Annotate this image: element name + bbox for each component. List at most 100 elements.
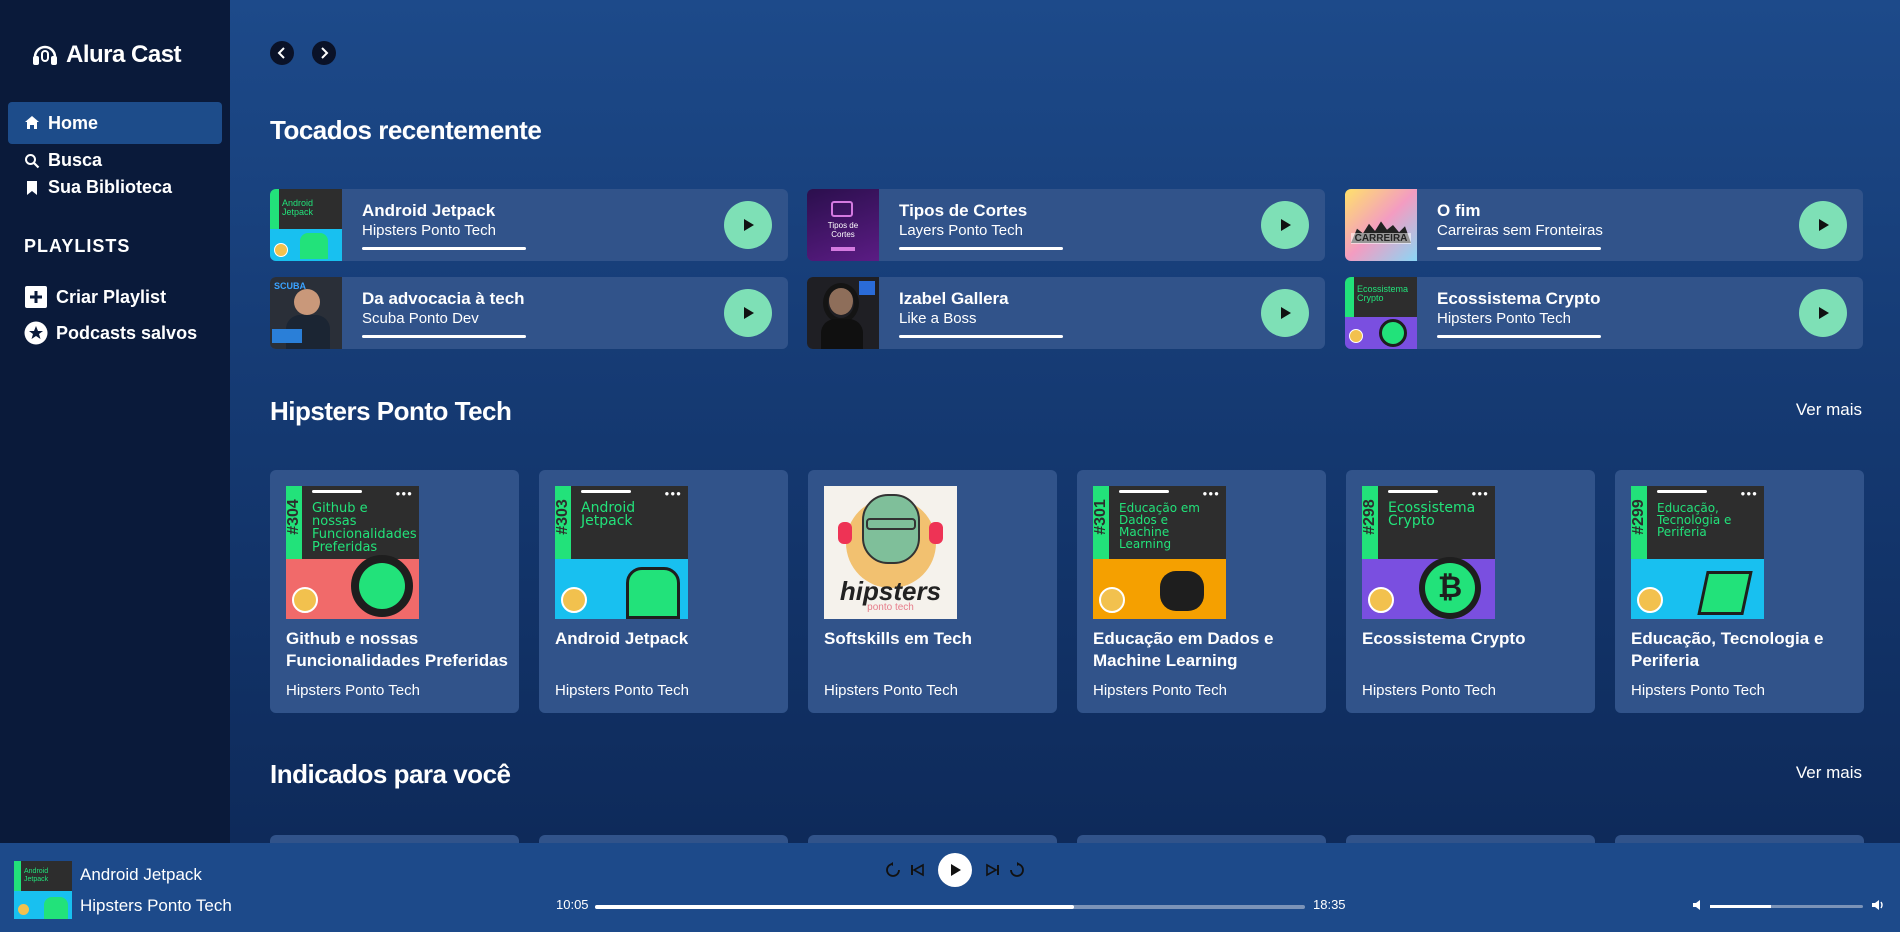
headphones-icon <box>33 45 57 65</box>
episode-number: #304 <box>286 499 302 535</box>
rewind-icon <box>886 862 900 877</box>
cover-text: Android Jetpack <box>581 500 636 529</box>
episode-title: Github e nossas Funcionalidades Preferid… <box>286 629 509 670</box>
create-playlist-button[interactable]: Criar Playlist <box>24 285 166 309</box>
playlists-heading: PLAYLISTS <box>24 236 131 256</box>
forward-skip-button[interactable] <box>1008 861 1026 879</box>
hipsters-heading: Hipsters Ponto Tech <box>270 396 512 426</box>
episode-number: #301 <box>1093 499 1109 535</box>
episode-cover: #304 ●●● Github e nossas Funcionalidades… <box>286 486 419 619</box>
back-button[interactable] <box>270 41 294 65</box>
rewind-button[interactable] <box>884 861 902 879</box>
progress-fill <box>595 905 1075 909</box>
play-button[interactable] <box>1799 289 1847 337</box>
cover-text: Github e nossas Funcionalidades Preferid… <box>312 501 417 555</box>
recent-card[interactable]: Izabel Gallera Like a Boss <box>807 277 1325 349</box>
logo[interactable]: Alura Cast <box>30 40 182 70</box>
star-icon <box>24 321 48 345</box>
episode-card[interactable] <box>539 835 788 843</box>
hipsters-ver-mais-link[interactable]: Ver mais <box>1796 400 1862 420</box>
recent-progress <box>1437 334 1601 338</box>
chevron-left-icon <box>277 47 285 59</box>
playback-controls <box>884 853 1026 887</box>
episode-card[interactable]: #299 ●●● Educação, Tecnologia e Periferi… <box>1615 470 1864 713</box>
bitcoin-icon: ₿ <box>1419 557 1481 619</box>
saved-podcasts-button[interactable]: Podcasts salvos <box>24 321 197 345</box>
github-icon <box>351 555 413 617</box>
episode-card[interactable]: hipsters ponto tech Softskills em Tech H… <box>808 470 1057 713</box>
episode-cover: hipsters ponto tech <box>824 486 957 619</box>
episode-card[interactable] <box>808 835 1057 843</box>
recent-card[interactable]: SCUBA Da advocacia à tech Scuba Ponto De… <box>270 277 788 349</box>
forward-button[interactable] <box>312 41 336 65</box>
episode-podcast: Hipsters Ponto Tech <box>1362 682 1496 699</box>
recent-subtitle: Layers Ponto Tech <box>899 221 1023 239</box>
recent-title: Ecossistema Crypto <box>1437 288 1601 308</box>
play-button[interactable] <box>1799 201 1847 249</box>
progress-slider[interactable] <box>595 905 1305 909</box>
badge-icon <box>1368 587 1394 613</box>
cover-text: Educação, Tecnologia e Periferia <box>1657 501 1732 539</box>
fast-forward-icon <box>1010 862 1024 877</box>
play-icon <box>951 864 961 876</box>
episode-card[interactable] <box>270 835 519 843</box>
cover-text: Ecossistema Crypto <box>1388 500 1476 529</box>
recent-card[interactable]: Ecossistema Crypto Ecossistema Crypto Hip… <box>1345 277 1863 349</box>
recent-thumb <box>807 277 879 349</box>
nav-busca[interactable]: Busca <box>24 150 102 171</box>
now-playing-title: Android Jetpack <box>80 865 202 884</box>
episode-card[interactable]: #304 ●●● Github e nossas Funcionalidades… <box>270 470 519 713</box>
nav-home[interactable]: Home <box>8 102 222 144</box>
indicados-ver-mais-link[interactable]: Ver mais <box>1796 763 1862 783</box>
recent-thumb: CARREIRA <box>1345 189 1417 261</box>
episode-number: #303 <box>555 499 571 535</box>
recent-thumb: Ecossistema Crypto <box>1345 277 1417 349</box>
recent-subtitle: Hipsters Ponto Tech <box>1437 309 1571 327</box>
play-icon <box>744 307 754 319</box>
episode-cover: #301 ●●● Educação em Dados e Machine Lea… <box>1093 486 1226 619</box>
episode-card[interactable] <box>1077 835 1326 843</box>
badge-icon <box>1099 587 1125 613</box>
plus-icon <box>24 285 48 309</box>
saved-podcasts-label: Podcasts salvos <box>56 322 198 343</box>
episode-card[interactable]: #303 ●●● Android Jetpack Android Jetpack… <box>539 470 788 713</box>
recent-title: Android Jetpack <box>362 200 496 220</box>
play-button[interactable] <box>724 289 772 337</box>
recent-card[interactable]: CARREIRA O fim Carreiras sem Fronteiras <box>1345 189 1863 261</box>
android-icon <box>626 567 680 619</box>
recent-title: O fim <box>1437 200 1481 220</box>
recent-card[interactable]: Android Jetpack Android Jetpack Hipsters … <box>270 189 788 261</box>
play-icon <box>744 219 754 231</box>
episode-card[interactable]: #298 ●●● Ecossistema Crypto ₿ Ecossistem… <box>1346 470 1595 713</box>
volume-slider[interactable] <box>1710 905 1863 908</box>
play-icon <box>1819 307 1829 319</box>
play-button[interactable] <box>1261 201 1309 249</box>
episode-title: Educação, Tecnologia e Periferia <box>1631 629 1824 670</box>
nav-home-label: Home <box>48 112 99 133</box>
now-playing-subtitle: Hipsters Ponto Tech <box>80 896 232 915</box>
logo-text: Alura Cast <box>66 41 182 68</box>
recent-subtitle: Like a Boss <box>899 309 977 327</box>
recent-card[interactable]: Tipos de Cortes Tipos de Cortes Layers Po… <box>807 189 1325 261</box>
recent-title: Tipos de Cortes <box>899 200 1028 220</box>
episode-card[interactable]: #301 ●●● Educação em Dados e Machine Lea… <box>1077 470 1326 713</box>
recent-progress <box>362 334 526 338</box>
volume-low-icon[interactable] <box>1692 898 1706 912</box>
skip-next-icon <box>986 863 999 877</box>
episode-card[interactable] <box>1346 835 1595 843</box>
episode-card[interactable] <box>1615 835 1864 843</box>
play-button[interactable] <box>724 201 772 249</box>
volume-high-icon[interactable] <box>1871 898 1885 912</box>
episode-title: Android Jetpack <box>555 629 689 648</box>
play-button[interactable] <box>1261 289 1309 337</box>
next-button[interactable] <box>984 861 1002 879</box>
previous-button[interactable] <box>908 861 926 879</box>
play-pause-button[interactable] <box>938 853 972 887</box>
nav-biblioteca[interactable]: Sua Biblioteca <box>24 177 172 198</box>
episode-number: #299 <box>1631 499 1647 535</box>
brain-icon <box>1160 571 1204 611</box>
skip-previous-icon <box>911 863 924 877</box>
hipsters-logo-sub: ponto tech <box>867 602 914 613</box>
play-icon <box>1819 219 1829 231</box>
play-icon <box>1281 219 1291 231</box>
